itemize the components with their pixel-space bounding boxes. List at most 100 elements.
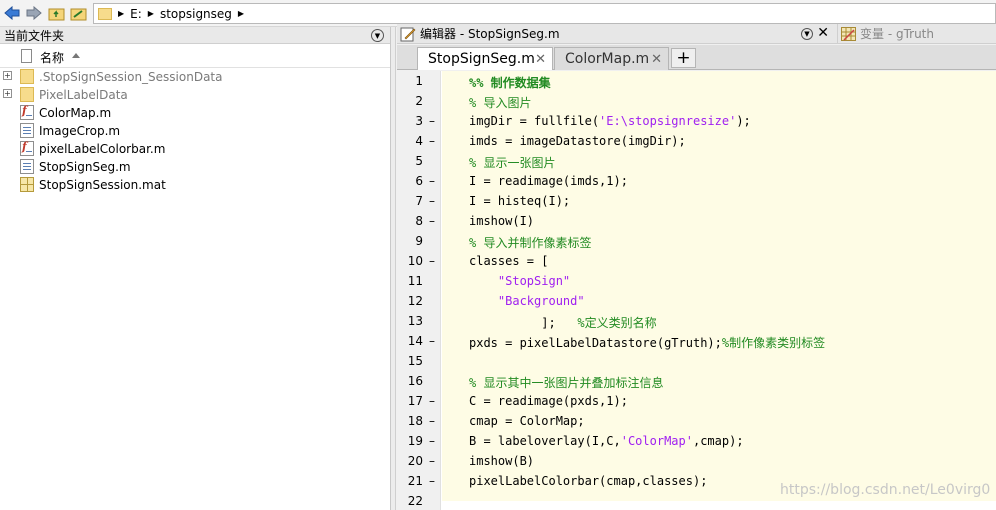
variables-titlebar[interactable]: 变量 - gTruth (837, 24, 996, 44)
file-name[interactable]: PixelLabelData (39, 88, 128, 102)
tab-stopsignseg[interactable]: StopSignSeg.m ✕ (417, 47, 553, 70)
column-header[interactable]: 名称 (0, 44, 390, 68)
code-line[interactable]: 16 % 显示其中一张图片并叠加标注信息 (397, 371, 996, 391)
breakpoint-marker[interactable]: – (429, 434, 437, 448)
back-arrow-icon[interactable] (2, 3, 22, 23)
expand-icon[interactable]: + (3, 89, 12, 98)
code-text[interactable]: I = readimage(imds,1); (469, 174, 628, 188)
chevron-right-icon: ▶ (147, 9, 154, 18)
close-tab-icon[interactable]: ✕ (651, 52, 662, 67)
file-name[interactable]: pixelLabelColorbar.m (39, 142, 165, 156)
chevron-right-icon[interactable]: ▶ (238, 9, 244, 18)
line-number: 15 (407, 354, 423, 368)
column-name-label[interactable]: 名称 (40, 49, 64, 66)
tab-label[interactable]: StopSignSeg.m (428, 51, 535, 67)
breadcrumb-drive[interactable]: E: (130, 7, 142, 21)
code-line[interactable]: 7– I = histeq(I); (397, 191, 996, 211)
code-text[interactable]: ]; %定义类别名称 (469, 314, 656, 331)
editor-menu-icon[interactable]: ▼ (801, 28, 813, 40)
code-text[interactable]: %% 制作数据集 (469, 74, 551, 91)
sort-ascending-icon (72, 53, 80, 58)
tab-colormap[interactable]: ColorMap.m ✕ (554, 47, 669, 70)
code-line[interactable]: 12 "Background" (397, 291, 996, 311)
code-line[interactable]: 15 (397, 351, 996, 371)
breakpoint-marker[interactable]: – (429, 194, 437, 208)
breakpoint-marker[interactable]: – (429, 394, 437, 408)
file-name[interactable]: StopSignSeg.m (39, 160, 131, 174)
line-number: 22 (407, 494, 423, 508)
line-number: 3 (415, 114, 423, 128)
file-name[interactable]: ColorMap.m (39, 106, 111, 120)
up-folder-icon[interactable] (46, 3, 66, 23)
file-name[interactable]: .StopSignSession_SessionData (39, 70, 223, 84)
breakpoint-marker[interactable]: – (429, 214, 437, 228)
close-tab-icon[interactable]: ✕ (535, 52, 546, 67)
line-number: 9 (415, 234, 423, 248)
browse-folder-icon[interactable] (68, 3, 88, 23)
panel-menu-icon[interactable]: ▼ (371, 29, 384, 42)
code-text[interactable]: imshow(B) (469, 454, 534, 468)
code-line[interactable]: 18– cmap = ColorMap; (397, 411, 996, 431)
address-bar[interactable]: ▶ E: ▶ stopsignseg ▶ (93, 3, 996, 24)
close-icon[interactable]: ✕ (817, 25, 829, 41)
breakpoint-marker[interactable]: – (429, 114, 437, 128)
code-text[interactable]: % 导入图片 (469, 94, 531, 111)
code-line[interactable]: 9 % 导入并制作像素标签 (397, 231, 996, 251)
add-tab-button[interactable]: + (671, 48, 696, 68)
code-line[interactable]: 4– imds = imageDatastore(imgDir); (397, 131, 996, 151)
breakpoint-marker[interactable]: – (429, 334, 437, 348)
code-text[interactable]: B = labeloverlay(I,C,'ColorMap',cmap); (469, 434, 744, 448)
file-row[interactable]: + PixelLabelData (0, 86, 390, 104)
code-text[interactable]: % 显示一张图片 (469, 154, 555, 171)
file-row[interactable]: + .StopSignSession_SessionData (0, 68, 390, 86)
code-text[interactable]: imds = imageDatastore(imgDir); (469, 134, 686, 148)
tab-label[interactable]: ColorMap.m (565, 51, 649, 67)
breakpoint-marker[interactable]: – (429, 414, 437, 428)
breakpoint-marker[interactable]: – (429, 134, 437, 148)
code-text[interactable]: C = readimage(pxds,1); (469, 394, 628, 408)
expand-icon[interactable]: + (3, 71, 12, 80)
breakpoint-marker[interactable]: – (429, 254, 437, 268)
code-line[interactable]: 6– I = readimage(imds,1); (397, 171, 996, 191)
code-line[interactable]: 1 %% 制作数据集 (397, 71, 996, 91)
code-text[interactable]: % 导入并制作像素标签 (469, 234, 591, 251)
code-line[interactable]: 11 "StopSign" (397, 271, 996, 291)
code-text[interactable]: I = histeq(I); (469, 194, 570, 208)
code-line[interactable]: 5 % 显示一张图片 (397, 151, 996, 171)
line-number: 19 (407, 434, 423, 448)
code-text[interactable]: pxds = pixelLabelDatastore(gTruth);%制作像素… (469, 334, 825, 351)
code-line[interactable]: 10– classes = [ (397, 251, 996, 271)
code-text[interactable]: cmap = ColorMap; (469, 414, 585, 428)
file-row[interactable]: pixelLabelColorbar.m (0, 140, 390, 158)
code-editor[interactable]: 1%% 制作数据集 2% 导入图片 3– imgDir = fullfile('E:\… (397, 71, 996, 510)
breakpoint-marker[interactable]: – (429, 454, 437, 468)
breakpoint-marker[interactable]: – (429, 174, 437, 188)
breakpoint-marker[interactable]: – (429, 474, 437, 488)
code-line[interactable]: 20– imshow(B) (397, 451, 996, 471)
file-row[interactable]: ImageCrop.m (0, 122, 390, 140)
code-line[interactable]: 2 % 导入图片 (397, 91, 996, 111)
panel-title: 当前文件夹 ▼ (0, 27, 390, 44)
code-text[interactable]: imshow(I) (469, 214, 534, 228)
code-line[interactable]: 14– pxds = pixelLabelDatastore(gTruth);%制… (397, 331, 996, 351)
editor-tabbar: StopSignSeg.m ✕ ColorMap.m ✕ + (397, 45, 996, 70)
code-text[interactable]: "Background" (469, 294, 585, 308)
code-text[interactable]: pixelLabelColorbar(cmap,classes); (469, 474, 707, 488)
panel-splitter[interactable] (391, 27, 396, 510)
code-line[interactable]: 19– B = labeloverlay(I,C,'ColorMap',cmap)… (397, 431, 996, 451)
file-row[interactable]: ColorMap.m (0, 104, 390, 122)
breadcrumb-folder[interactable]: stopsignseg (160, 7, 232, 21)
file-name[interactable]: ImageCrop.m (39, 124, 120, 138)
code-text[interactable]: classes = [ (469, 254, 548, 268)
code-line[interactable]: 13 ]; %定义类别名称 (397, 311, 996, 331)
code-line[interactable]: 8– imshow(I) (397, 211, 996, 231)
code-line[interactable]: 17– C = readimage(pxds,1); (397, 391, 996, 411)
file-name[interactable]: StopSignSession.mat (39, 178, 166, 192)
code-text[interactable]: "StopSign" (469, 274, 570, 288)
forward-arrow-icon[interactable] (24, 3, 44, 23)
file-row[interactable]: StopSignSeg.m (0, 158, 390, 176)
code-text[interactable]: % 显示其中一张图片并叠加标注信息 (469, 374, 663, 391)
file-row[interactable]: StopSignSession.mat (0, 176, 390, 194)
code-text[interactable]: imgDir = fullfile('E:\stopsignresize'); (469, 114, 751, 128)
code-line[interactable]: 3– imgDir = fullfile('E:\stopsignresize')… (397, 111, 996, 131)
